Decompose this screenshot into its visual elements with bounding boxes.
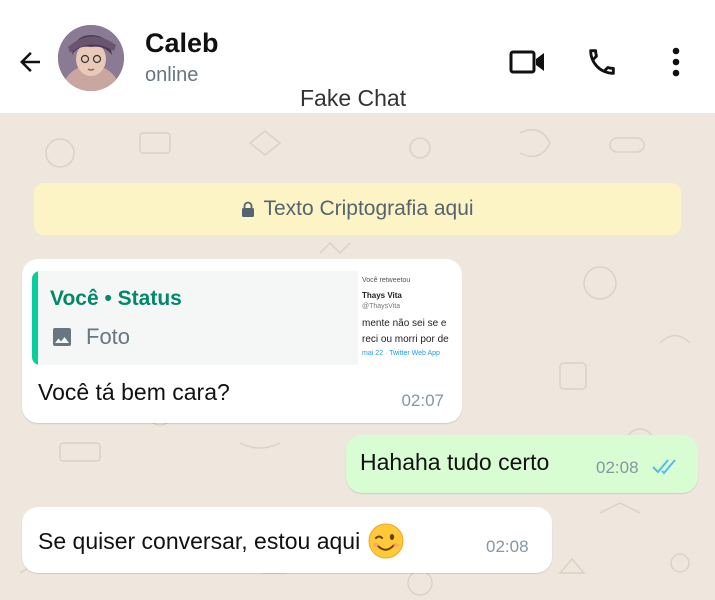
- message-bubble[interactable]: Você • Status Foto Você retweetou Thays …: [22, 259, 462, 423]
- thumb-retweet-line: Você retweetou: [362, 277, 411, 284]
- message-text: Você tá bem cara?: [38, 379, 230, 405]
- video-call-icon: [509, 50, 544, 74]
- thumb-text-line: reci ou morri por de: [362, 334, 449, 345]
- voice-call-icon: [589, 49, 615, 75]
- video-call-button[interactable]: [508, 44, 548, 80]
- message-bubble[interactable]: Hahaha tudo certo 02:08: [346, 435, 698, 493]
- back-button[interactable]: [12, 44, 48, 80]
- avatar[interactable]: [58, 25, 124, 91]
- lock-icon: [241, 201, 255, 218]
- back-arrow-icon: [20, 52, 40, 72]
- quoted-status-reply[interactable]: Você • Status Foto Você retweetou Thays …: [32, 271, 452, 365]
- message-time: 02:08: [596, 458, 639, 477]
- message-text: Se quiser conversar, estou aqui: [38, 527, 361, 554]
- thumb-handle-line: @ThaysVita: [362, 303, 401, 310]
- message-content: Se quiser conversar, estou aqui: [38, 523, 404, 559]
- chat-title: Fake Chat: [300, 85, 407, 111]
- contact-name[interactable]: Caleb: [145, 28, 219, 59]
- quote-type-label: Foto: [86, 324, 131, 349]
- winking-face-emoji-icon: [368, 523, 404, 559]
- message-bubble[interactable]: Se quiser conversar, estou aqui 02:08: [22, 507, 552, 573]
- more-vert-icon: [672, 47, 680, 77]
- message-text: Hahaha tudo certo: [360, 449, 550, 475]
- message-time: 02:08: [486, 537, 529, 556]
- thumb-text-line: mente não sei se e: [362, 318, 447, 329]
- thumb-meta-line: mai 22 · Twitter Web App: [362, 350, 440, 357]
- photo-icon: [50, 325, 74, 349]
- more-options-button[interactable]: [664, 44, 688, 80]
- chat-area[interactable]: Texto Criptografia aqui Você • Status Fo…: [0, 113, 715, 600]
- encryption-banner[interactable]: Texto Criptografia aqui: [34, 183, 681, 235]
- thumb-name-line: Thays Vita: [362, 291, 402, 300]
- voice-call-button[interactable]: [584, 44, 620, 80]
- message-time: 02:07: [401, 391, 444, 410]
- quote-accent-bar: [32, 271, 38, 365]
- quote-author: Você • Status: [50, 287, 182, 310]
- contact-status: online: [145, 64, 199, 86]
- chat-header: Caleb online Fake Chat: [0, 0, 715, 113]
- encryption-banner-text: Texto Criptografia aqui: [263, 197, 474, 220]
- read-receipt-icon: [652, 457, 678, 480]
- quote-type: Foto: [50, 324, 130, 350]
- status-thumbnail: Você retweetou Thays Vita @ThaysVita men…: [358, 271, 452, 365]
